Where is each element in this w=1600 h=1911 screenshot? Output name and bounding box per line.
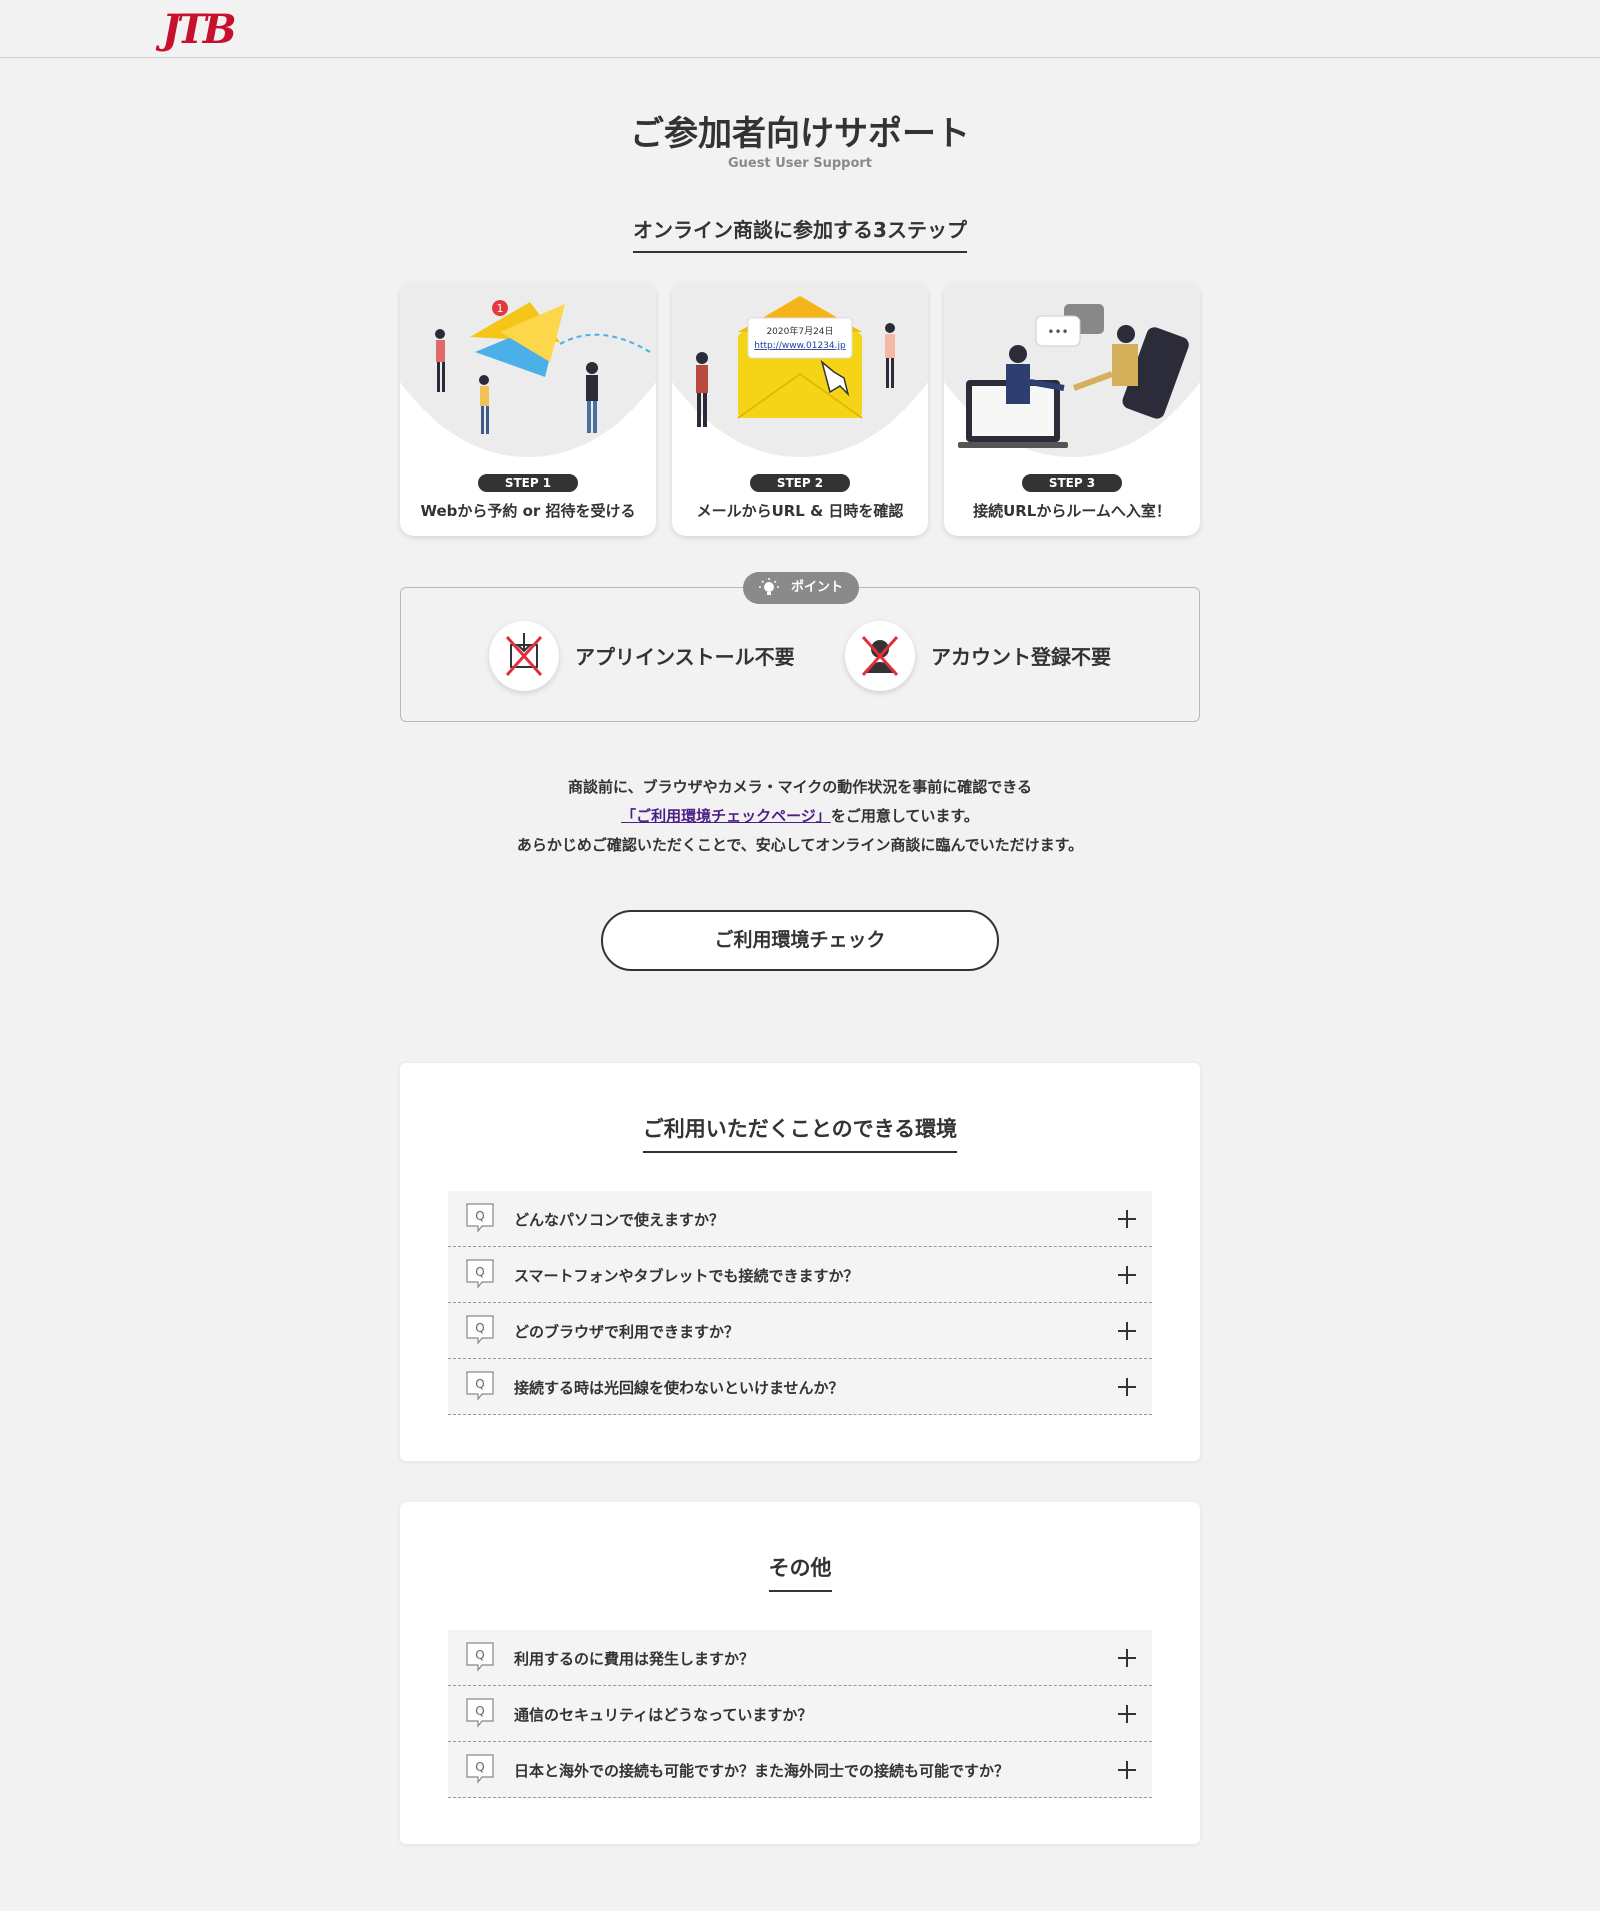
businessman-icon [1006,364,1030,404]
step-badge: STEP 1 [478,474,578,492]
env-faq-list: Q どんなパソコンで使えますか？ Q スマートフォンやタブレットでも接続できます… [448,1191,1152,1415]
site-header: JTB [0,0,1600,58]
step-label: 接続URLからルームへ入室！ [973,502,1171,520]
mail-date: 2020年7月24日 [766,325,833,337]
question-icon: Q [466,1754,494,1784]
environment-faq-panel: ご利用いただくことのできる環境 Q どんなパソコンで使えますか？ Q スマートフ… [400,1063,1200,1461]
other-faq-panel: その他 Q 利用するのに費用は発生しますか？ Q 通信のセキュリティはどうなって… [400,1502,1200,1844]
point-tag-text: ポイント [791,580,844,595]
svg-text:Q: Q [475,1265,484,1279]
faq-item[interactable]: Q 通信のセキュリティはどうなっていますか？ [448,1686,1152,1742]
mail-url: http://www.01234.jp [754,341,846,351]
lightbulb-icon [759,578,779,595]
step-card-3: ••• STEP 3 接続URLからルームへ入室！ [944,282,1200,536]
point-tag: ポイント [743,572,859,604]
chat-bubble-icon: ••• [1047,325,1068,339]
faq-item[interactable]: Q 接続する時は光回線を使わないといけませんか？ [448,1359,1152,1415]
expand-plus-icon[interactable] [1118,1649,1136,1667]
steps-row: 1 STEP 1 Webから予約 or 招待を受ける 2020年7月24日 ht… [400,282,1200,536]
steps-heading-text: オンライン商談に参加する3ステップ [633,214,967,253]
faq-item[interactable]: Q スマートフォンやタブレットでも接続できますか？ [448,1247,1152,1303]
faq-item[interactable]: Q 利用するのに費用は発生しますか？ [448,1630,1152,1686]
faq-item[interactable]: Q どんなパソコンで使えますか？ [448,1191,1152,1247]
question-icon: Q [466,1259,494,1289]
faq-question: 日本と海外での接続も可能ですか？また海外同士での接続も可能ですか？ [514,1762,1010,1780]
page-title: ご参加者向けサポート [630,114,970,154]
other-faq-list: Q 利用するのに費用は発生しますか？ Q 通信のセキュリティはどうなっていますか… [448,1630,1152,1798]
question-icon: Q [466,1642,494,1672]
expand-plus-icon[interactable] [1118,1210,1136,1228]
description-line-2-suffix: をご用意しています。 [830,807,979,825]
other-heading: その他 [400,1552,1200,1592]
svg-text:Q: Q [475,1704,484,1718]
environment-description: 商談前に、ブラウザやカメラ・マイクの動作状況を事前に確認できる 「ご利用環境チェ… [0,773,1600,860]
faq-question: スマートフォンやタブレットでも接続できますか？ [514,1267,859,1285]
description-line-1: 商談前に、ブラウザやカメラ・マイクの動作状況を事前に確認できる [568,778,1032,796]
point-text: アカウント登録不要 [931,645,1111,669]
step-badge: STEP 3 [1022,474,1122,492]
jtb-logo[interactable]: JTB [162,6,236,53]
question-icon: Q [466,1698,494,1728]
faq-question: どんなパソコンで使えますか？ [514,1211,725,1229]
faq-item[interactable]: Q どのブラウザで利用できますか？ [448,1303,1152,1359]
step-badge: STEP 2 [750,474,850,492]
step-label: メールからURL & 日時を確認 [696,502,904,520]
svg-text:Q: Q [475,1321,484,1335]
step-card-1: 1 STEP 1 Webから予約 or 招待を受ける [400,282,656,536]
expand-plus-icon[interactable] [1118,1705,1136,1723]
environment-check-link[interactable]: 「ご利用環境チェックページ」 [621,807,831,825]
question-icon: Q [466,1203,494,1233]
notification-count: 1 [497,302,504,315]
expand-plus-icon[interactable] [1118,1378,1136,1396]
steps-heading: オンライン商談に参加する3ステップ [0,214,1600,253]
svg-text:Q: Q [475,1648,484,1662]
no-install-icon [489,621,559,691]
faq-question: 利用するのに費用は発生しますか？ [514,1650,755,1668]
handshake-illustration: ••• [944,282,1200,462]
description-line-3: あらかじめご確認いただくことで、安心してオンライン商談に臨んでいただけます。 [516,836,1084,854]
point-box: ポイント アプリインストール不要 アカウント登録不要 [400,572,1200,722]
no-account-icon [845,621,915,691]
other-heading-text: その他 [768,1552,832,1592]
svg-text:Q: Q [475,1377,484,1391]
businesswoman-icon [1112,344,1138,386]
faq-question: 通信のセキュリティはどうなっていますか？ [514,1706,813,1724]
question-icon: Q [466,1315,494,1345]
expand-plus-icon[interactable] [1118,1322,1136,1340]
question-icon: Q [466,1371,494,1401]
svg-text:Q: Q [475,1209,484,1223]
faq-question: 接続する時は光回線を使わないといけませんか？ [514,1379,844,1397]
mail-illustration: 2020年7月24日 http://www.01234.jp [672,282,928,462]
faq-question: どのブラウザで利用できますか？ [514,1323,740,1341]
page-subtitle: Guest User Support [727,156,873,171]
step-card-2: 2020年7月24日 http://www.01234.jp STEP 2 メー… [672,282,928,536]
faq-item[interactable]: Q 日本と海外での接続も可能ですか？また海外同士での接続も可能ですか？ [448,1742,1152,1798]
invitation-illustration: 1 [400,282,656,462]
step-label: Webから予約 or 招待を受ける [420,502,636,520]
env-heading-text: ご利用いただくことのできる環境 [642,1113,958,1153]
expand-plus-icon[interactable] [1118,1266,1136,1284]
env-heading: ご利用いただくことのできる環境 [400,1113,1200,1153]
expand-plus-icon[interactable] [1118,1761,1136,1779]
point-text: アプリインストール不要 [575,645,795,669]
description-line-2: 「ご利用環境チェックページ」をご用意しています。 [0,802,1600,831]
svg-text:Q: Q [475,1760,484,1774]
environment-check-button[interactable]: ご利用環境チェック [601,910,999,971]
